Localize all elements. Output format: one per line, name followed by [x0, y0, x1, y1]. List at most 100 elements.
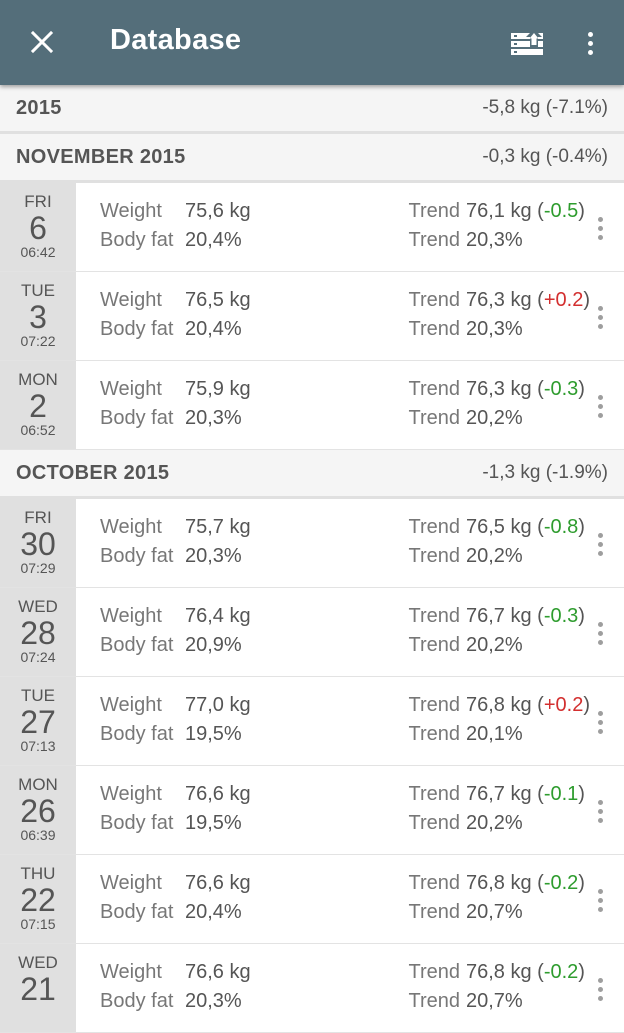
entry-row[interactable]: MON 2 06:52 Weight 75,9 kg Body fat 20,3% Trend… — [0, 361, 624, 450]
trend-weight: Trend 76,7 kg (-0.3) — [408, 605, 585, 627]
trend-label: Trend — [408, 783, 460, 805]
trend-change: +0.2 — [543, 289, 584, 311]
export-button[interactable] — [506, 22, 548, 64]
body-fat-label: Body fat — [100, 318, 174, 340]
body-fat-label: Body fat — [100, 723, 174, 745]
export-icon — [511, 29, 543, 55]
entry-time: 07:29 — [20, 560, 56, 576]
entry-row[interactable]: MON 26 06:39 Weight 76,6 kg Body fat 19,5% Tren… — [0, 766, 624, 855]
day-number: 27 — [20, 704, 56, 740]
date-box: FRI 30 07:29 — [0, 499, 76, 587]
entry-row[interactable]: WED 21 Weight 76,6 kg Body fat 20,3% Trend 76,8… — [0, 944, 624, 1033]
weekday: THU — [20, 864, 56, 883]
entry-menu-button[interactable] — [588, 707, 612, 737]
database-list[interactable]: 2015 -5,8 kg (-7.1%) NOVEMBER 2015 -0,3 k… — [0, 85, 624, 1033]
entry-row[interactable]: THU 22 07:15 Weight 76,6 kg Body fat 20,4% Tren… — [0, 855, 624, 944]
trend-weight: Trend 76,8 kg (-0.2) — [408, 872, 585, 894]
app-bar: Database — [0, 0, 624, 85]
trend-label: Trend — [408, 694, 460, 716]
date-box: WED 28 07:24 — [0, 588, 76, 676]
trend-label: Trend — [408, 545, 460, 567]
body-fat-label: Body fat — [100, 634, 174, 656]
trend-label: Trend — [408, 812, 460, 834]
trend-weight: Trend 76,8 kg (+0.2) — [408, 694, 590, 716]
weight-label: Weight — [100, 783, 162, 805]
weight-label: Weight — [100, 200, 162, 222]
weekday: TUE — [21, 281, 55, 300]
trend-fat-value: 20,3% — [466, 318, 523, 340]
trend-fat: Trend 20,7% — [408, 901, 580, 924]
day-number: 26 — [20, 793, 56, 829]
body-fat-value: 19,5% — [185, 723, 242, 745]
trend-label: Trend — [408, 723, 460, 745]
close-button[interactable] — [22, 22, 62, 62]
entry-menu-button[interactable] — [588, 618, 612, 648]
trend-fat: Trend 20,2% — [408, 634, 580, 657]
trend-weight-value: 76,3 kg — [466, 378, 532, 400]
trend-change: +0.2 — [543, 694, 584, 716]
date-box: TUE 27 07:13 — [0, 677, 76, 765]
trend-weight: Trend 76,3 kg (+0.2) — [408, 289, 590, 311]
entry-time: 06:39 — [20, 827, 56, 843]
body-fat-label: Body fat — [100, 812, 174, 834]
trend-label: Trend — [408, 516, 460, 538]
month-change: -0,3 kg (-0.4%) — [482, 146, 608, 167]
weekday: WED — [18, 953, 58, 972]
body-fat-value: 20,3% — [185, 545, 242, 567]
more-vert-icon — [587, 31, 593, 55]
entry-menu-button[interactable] — [588, 391, 612, 421]
entry-menu-button[interactable] — [588, 796, 612, 826]
trend-weight-value: 76,3 kg — [466, 289, 532, 311]
entry-row[interactable]: FRI 30 07:29 Weight 75,7 kg Body fat 20,3% Tren… — [0, 499, 624, 588]
overflow-menu-button[interactable] — [572, 22, 608, 64]
trend-label: Trend — [408, 318, 460, 340]
year-title: 2015 — [16, 97, 62, 119]
trend-fat-value: 20,3% — [466, 229, 523, 251]
body-fat-value: 20,4% — [185, 318, 242, 340]
weight-value: 75,9 kg — [185, 378, 251, 400]
weight-label: Weight — [100, 378, 162, 400]
year-change: -5,8 kg (-7.1%) — [482, 97, 608, 118]
entry-time: 07:22 — [20, 333, 56, 349]
more-vert-icon — [597, 799, 603, 823]
trend-change: -0.5 — [543, 200, 579, 222]
trend-weight-value: 76,7 kg — [466, 783, 532, 805]
entry-menu-button[interactable] — [588, 529, 612, 559]
entry-row[interactable]: FRI 6 06:42 Weight 75,6 kg Body fat 20,4% Trend… — [0, 183, 624, 272]
date-box: MON 2 06:52 — [0, 361, 76, 449]
more-vert-icon — [597, 305, 603, 329]
body-fat-value: 19,5% — [185, 812, 242, 834]
entry-menu-button[interactable] — [588, 302, 612, 332]
month-header: NOVEMBER 2015 -0,3 kg (-0.4%) — [0, 134, 624, 183]
day-number: 22 — [20, 882, 56, 918]
trend-fat: Trend 20,2% — [408, 407, 580, 430]
trend-weight: Trend 76,3 kg (-0.3) — [408, 378, 585, 400]
trend-change: -0.2 — [543, 961, 579, 983]
entry-menu-button[interactable] — [588, 213, 612, 243]
weight-value: 76,5 kg — [185, 289, 251, 311]
entry-time: 06:42 — [20, 244, 56, 260]
weekday: MON — [18, 370, 58, 389]
entry-menu-button[interactable] — [588, 885, 612, 915]
weekday: WED — [18, 597, 58, 616]
more-vert-icon — [597, 216, 603, 240]
entry-row[interactable]: TUE 27 07:13 Weight 77,0 kg Body fat 19,5% Tren… — [0, 677, 624, 766]
weekday: TUE — [21, 686, 55, 705]
trend-weight-value: 76,8 kg — [466, 961, 532, 983]
weight-label: Weight — [100, 605, 162, 627]
weight-value: 77,0 kg — [185, 694, 251, 716]
entry-row[interactable]: TUE 3 07:22 Weight 76,5 kg Body fat 20,4% Trend… — [0, 272, 624, 361]
day-number: 3 — [29, 299, 47, 335]
weight-label: Weight — [100, 289, 162, 311]
trend-fat: Trend 20,1% — [408, 723, 580, 746]
weight-label: Weight — [100, 694, 162, 716]
entry-row[interactable]: WED 28 07:24 Weight 76,4 kg Body fat 20,9% Tren… — [0, 588, 624, 677]
page-title: Database — [110, 24, 242, 56]
trend-weight-value: 76,5 kg — [466, 516, 532, 538]
weight-label: Weight — [100, 961, 162, 983]
trend-label: Trend — [408, 605, 460, 627]
trend-weight: Trend 76,8 kg (-0.2) — [408, 961, 585, 983]
body-fat-label: Body fat — [100, 990, 174, 1012]
weight-value: 76,4 kg — [185, 605, 251, 627]
trend-fat: Trend 20,7% — [408, 990, 580, 1013]
